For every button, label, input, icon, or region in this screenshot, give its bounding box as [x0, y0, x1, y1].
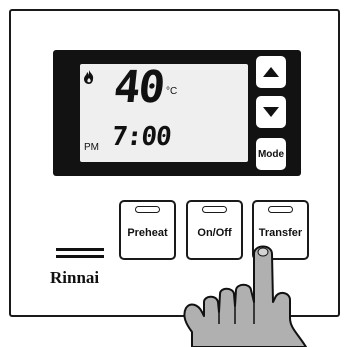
mode-button-label: Mode	[257, 148, 285, 160]
pointing-hand-icon	[183, 245, 307, 347]
transfer-indicator-light	[268, 206, 293, 213]
temperature-readout: 40	[111, 62, 166, 113]
brand-logo: Rinnai	[50, 268, 100, 287]
brand-mark	[56, 248, 104, 262]
mode-button[interactable]: Mode	[256, 138, 286, 170]
temperature-unit: °C	[166, 86, 178, 97]
down-arrow-icon	[263, 107, 279, 117]
temperature-up-button[interactable]	[256, 56, 286, 88]
preheat-indicator-light	[135, 206, 160, 213]
preheat-button[interactable]: Preheat	[119, 200, 176, 260]
flame-icon	[84, 70, 94, 84]
up-arrow-icon	[263, 67, 279, 77]
clock-readout: 7:00	[110, 122, 173, 152]
on-off-indicator-light	[202, 206, 227, 213]
time-period: PM	[84, 142, 99, 153]
preheat-button-label: Preheat	[127, 227, 168, 239]
temperature-down-button[interactable]	[256, 96, 286, 128]
lcd-display: 40 °C PM 7:00	[80, 62, 248, 162]
